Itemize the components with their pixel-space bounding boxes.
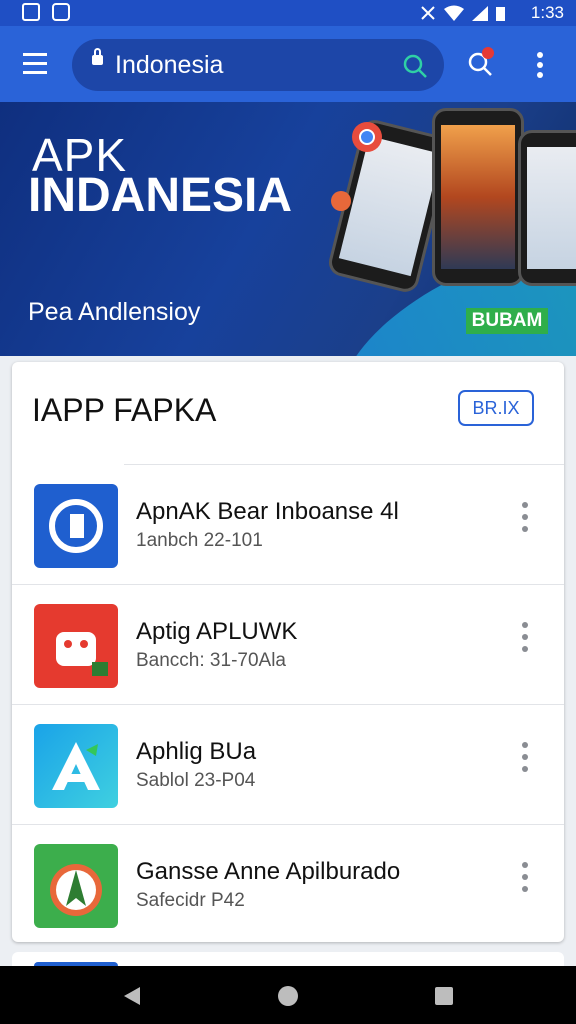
chrome-logo-icon xyxy=(352,122,382,152)
banner-tagline: Pea Andlensioy xyxy=(28,298,201,326)
battery-icon xyxy=(496,7,505,21)
lock-icon xyxy=(92,48,103,65)
system-nav-bar xyxy=(0,966,576,1024)
banner-title-line2: INDANESIA xyxy=(28,169,293,222)
card-title: IAPP FAPKA xyxy=(32,392,217,428)
menu-icon[interactable] xyxy=(23,53,49,75)
signal-icon xyxy=(472,6,488,21)
overflow-menu-icon[interactable] xyxy=(536,52,544,78)
letter-a-icon xyxy=(34,724,118,808)
card-action-button[interactable]: BR.IX xyxy=(458,390,534,426)
item-more-icon[interactable] xyxy=(517,622,533,662)
home-icon[interactable] xyxy=(276,984,300,1008)
status-time: 1:33 xyxy=(530,3,564,22)
list-item[interactable]: Aphlig BUa Sablol 23-P04 xyxy=(12,704,564,824)
search-bar[interactable]: Indonesia xyxy=(72,39,444,91)
phone-illustration-right xyxy=(518,130,576,286)
back-icon[interactable] xyxy=(120,985,142,1007)
notification-icon xyxy=(52,3,70,21)
app-subtitle: 1anbch 22-101 xyxy=(136,530,263,551)
app-name: ApnAK Bear Inboanse 4l xyxy=(136,498,399,525)
recents-icon[interactable] xyxy=(434,986,454,1006)
list-item[interactable]: ApnAK Bear Inboanse 4l 1anbch 22-101 xyxy=(12,464,564,584)
banner-badge: BUBAM xyxy=(466,308,548,334)
app-list-card: IAPP FAPKA BR.IX ApnAK Bear Inboanse 4l … xyxy=(12,362,564,942)
app-name: Aphlig BUa xyxy=(136,738,257,765)
app-subtitle: Bancch: 31-70Ala xyxy=(136,650,286,671)
wifi-icon xyxy=(444,5,464,21)
android-robot-icon xyxy=(34,604,118,688)
app-name: Aptig APLUWK xyxy=(136,618,298,645)
cast-icon xyxy=(22,3,40,21)
phone-illustration-center xyxy=(432,108,524,286)
status-bar: 1:33 xyxy=(0,0,576,26)
list-item[interactable]: Gansse Anne Apilburado Safecidr P42 xyxy=(12,824,564,942)
search-alert-icon[interactable] xyxy=(466,46,498,80)
item-more-icon[interactable] xyxy=(517,862,533,902)
app-subtitle: Safecidr P42 xyxy=(136,890,245,911)
app-bubble-icon xyxy=(331,191,351,211)
search-input[interactable]: Indonesia xyxy=(115,51,223,80)
app-name: Gansse Anne Apilburado xyxy=(136,858,401,885)
item-more-icon[interactable] xyxy=(517,502,533,542)
list-item[interactable]: Aptig APLUWK Bancch: 31-70Ala xyxy=(12,584,564,704)
blue-app-icon xyxy=(34,484,118,568)
promo-banner[interactable]: APK INDANESIA Pea Andlensioy BUBAM xyxy=(0,102,576,356)
compass-icon xyxy=(34,844,118,928)
app-bar: Indonesia xyxy=(0,26,576,102)
item-more-icon[interactable] xyxy=(517,742,533,782)
status-icons xyxy=(421,5,505,21)
search-icon[interactable] xyxy=(402,53,428,79)
app-subtitle: Sablol 23-P04 xyxy=(136,770,256,791)
